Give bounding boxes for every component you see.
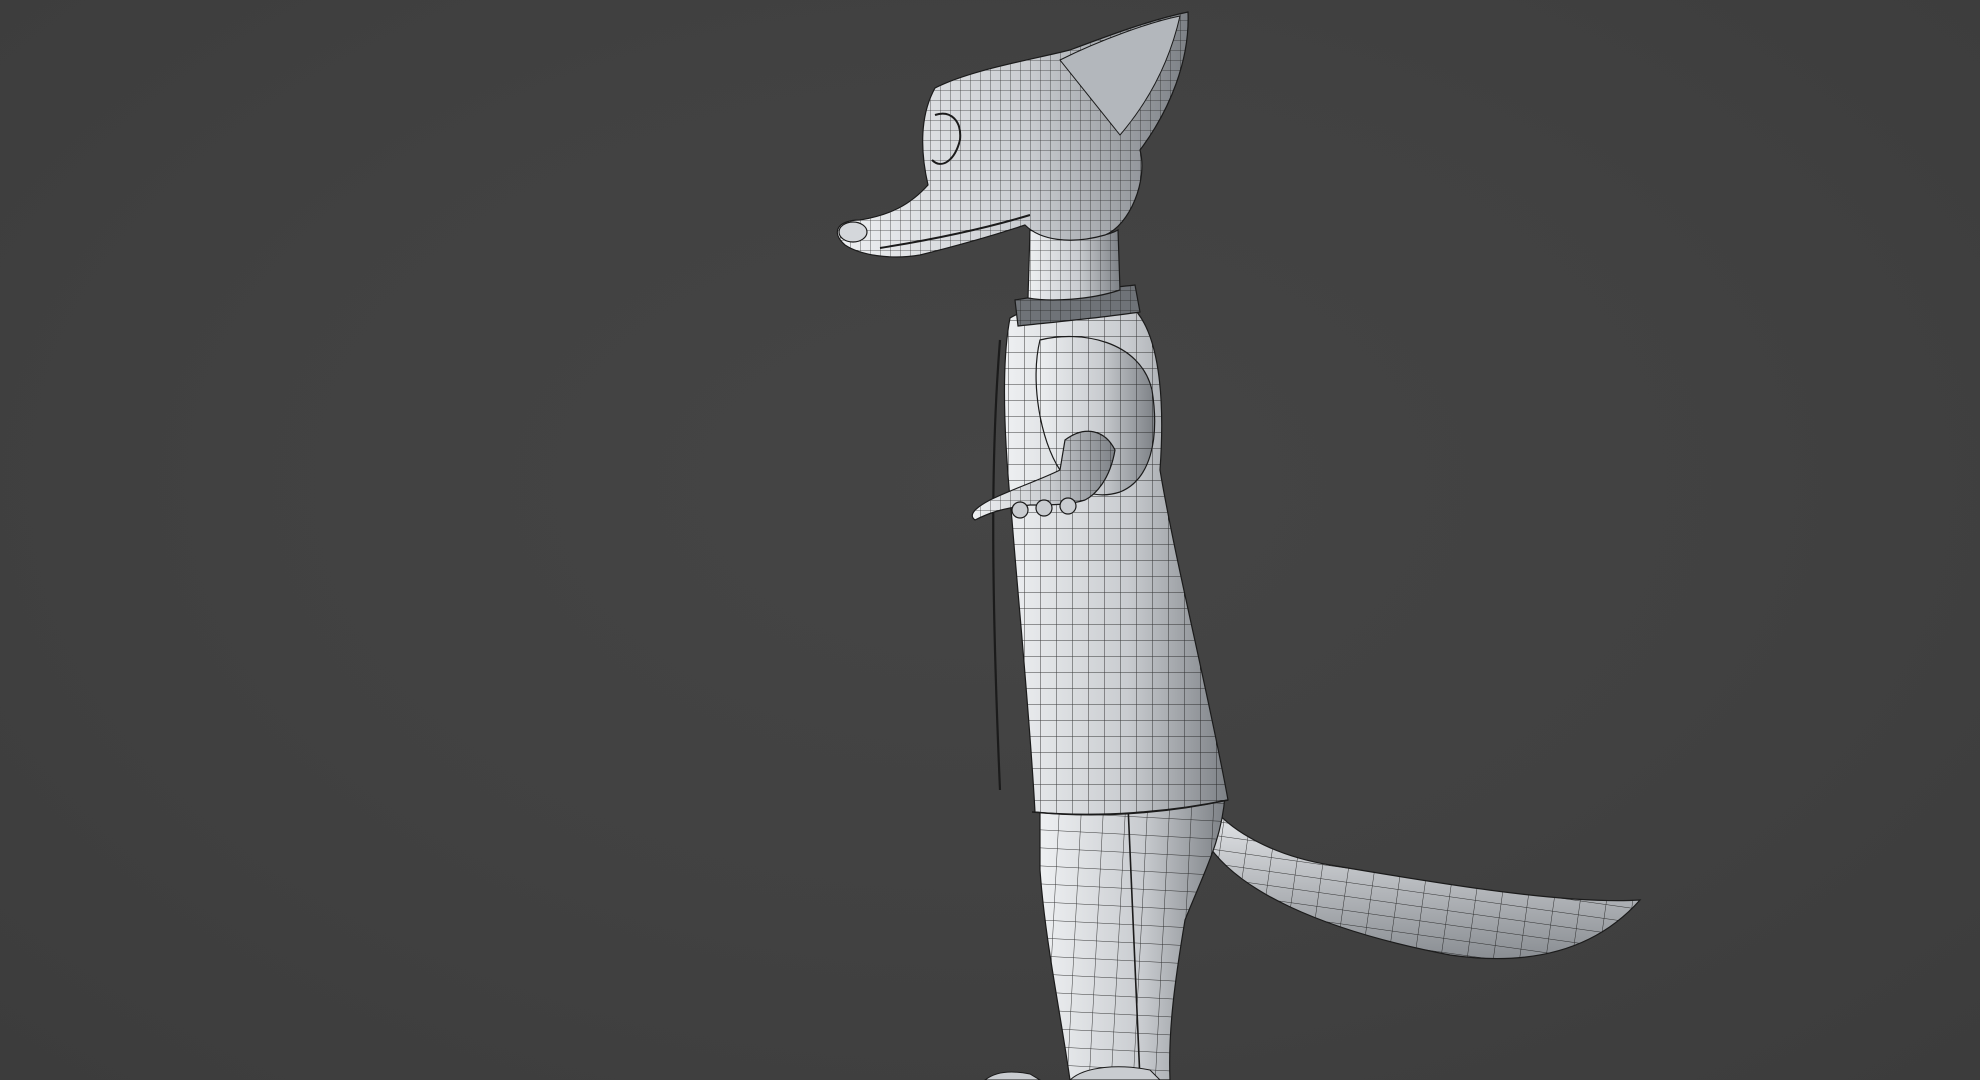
fox-character-model	[836, 11, 1642, 1080]
3d-viewport[interactable]	[0, 0, 1980, 1080]
legs-mesh	[1039, 794, 1226, 1080]
tail-mesh	[1204, 808, 1642, 960]
head-mesh	[836, 11, 1189, 258]
